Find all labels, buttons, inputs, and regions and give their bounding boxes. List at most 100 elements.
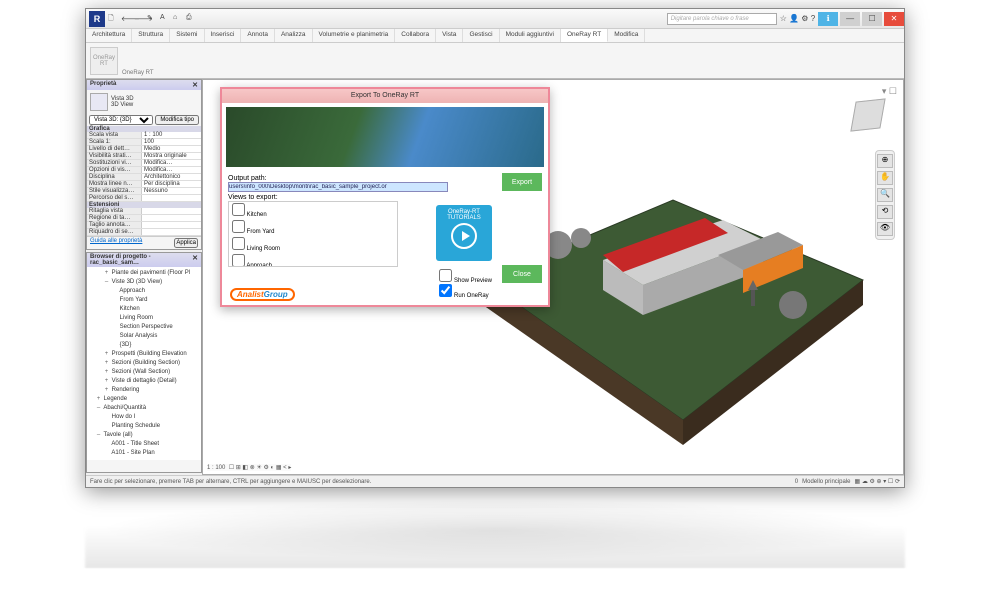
tree-node[interactable]: + Legende bbox=[89, 395, 199, 404]
export-button[interactable]: Export bbox=[502, 173, 542, 191]
tree-node[interactable]: + Sezioni (Building Section) bbox=[89, 359, 199, 368]
apply-button[interactable]: Applica bbox=[174, 238, 198, 248]
tree-node[interactable]: + Viste di dettaglio (Detail) bbox=[89, 377, 199, 386]
property-row[interactable]: Visibilità strati…Mostra originale bbox=[87, 153, 201, 160]
ribbon-tab[interactable]: Collabora bbox=[395, 29, 436, 42]
tree-node[interactable]: – Viste 3D (3D View) bbox=[89, 278, 199, 287]
close-window-button[interactable]: ✕ bbox=[884, 12, 904, 26]
tree-node[interactable]: From Yard bbox=[89, 296, 199, 305]
info-button[interactable]: ℹ bbox=[818, 12, 838, 26]
property-row[interactable]: Regione di ta… bbox=[87, 215, 201, 222]
view-type-sub: 3D View bbox=[111, 102, 134, 108]
ribbon-tab[interactable]: Analizza bbox=[275, 29, 313, 42]
property-row[interactable]: Livello di dett…Medio bbox=[87, 146, 201, 153]
property-row[interactable]: DisciplinaArchitettonico bbox=[87, 174, 201, 181]
tree-node[interactable]: {3D} bbox=[89, 341, 199, 350]
window-buttons: ℹ — ☐ ✕ bbox=[818, 12, 904, 26]
title-right-icons[interactable]: ☆ 👤 ⚙ ? bbox=[780, 14, 815, 23]
status-hint: Fare clic per selezionare, premere TAB p… bbox=[90, 476, 371, 487]
run-oneray-checkbox[interactable]: Run OneRay bbox=[439, 284, 492, 299]
property-row[interactable]: Ritaglia vista bbox=[87, 208, 201, 215]
browser-header[interactable]: Browser di progetto - rac_basic_sam…✕ bbox=[87, 253, 201, 267]
play-icon bbox=[451, 223, 477, 249]
navigation-bar[interactable]: ⊕ ✋ 🔍 ⟲ 👁 bbox=[875, 150, 895, 240]
viewcube[interactable] bbox=[847, 94, 889, 136]
tree-node[interactable]: Planting Schedule bbox=[89, 422, 199, 431]
dialog-render-preview bbox=[226, 107, 544, 167]
property-row[interactable]: Riquadro di se… bbox=[87, 229, 201, 236]
maximize-button[interactable]: ☐ bbox=[862, 12, 882, 26]
views-to-export-label: Views to export: bbox=[228, 194, 542, 201]
close-icon[interactable]: ✕ bbox=[192, 81, 198, 89]
ribbon-tab[interactable]: Gestisci bbox=[463, 29, 499, 42]
output-path-label: Output path: bbox=[228, 175, 542, 182]
oneray-rt-button[interactable]: OneRay RT bbox=[90, 47, 118, 75]
dialog-close-button[interactable]: Close bbox=[502, 265, 542, 283]
tutorials-button[interactable]: OneRay-RT TUTORIALS bbox=[436, 205, 492, 261]
property-row[interactable]: Percorso del s… bbox=[87, 195, 201, 202]
status-icons[interactable]: ▦ ☁ ⚙ ⊕ ▾ ☐ ⟳ bbox=[855, 476, 901, 487]
ribbon-tab[interactable]: Architettura bbox=[86, 29, 132, 42]
property-row[interactable]: Taglio annota… bbox=[87, 222, 201, 229]
view-checkbox[interactable]: From Yard bbox=[232, 220, 394, 237]
view-checkbox[interactable]: Kitchen bbox=[232, 203, 394, 220]
properties-help-link[interactable]: Guida alle proprietà bbox=[90, 238, 142, 248]
nav-pan-icon[interactable]: ✋ bbox=[877, 171, 893, 185]
property-row[interactable]: Opzioni di vis…Modifica… bbox=[87, 167, 201, 174]
nav-wheel-icon[interactable]: ⊕ bbox=[877, 154, 893, 168]
nav-zoom-icon[interactable]: 🔍 bbox=[877, 188, 893, 202]
status-bar: Fare clic per selezionare, premere TAB p… bbox=[86, 475, 904, 487]
tree-node[interactable]: + Sezioni (Wall Section) bbox=[89, 368, 199, 377]
view-checkbox[interactable]: Living Room bbox=[232, 237, 394, 254]
tree-node[interactable]: Kitchen bbox=[89, 305, 199, 314]
ribbon-tab[interactable]: Inserisci bbox=[205, 29, 242, 42]
ribbon-tab[interactable]: Volumetrie e planimetria bbox=[313, 29, 396, 42]
project-tree[interactable]: + Piante dei pavimenti (Floor Pl– Viste … bbox=[87, 267, 201, 460]
property-row[interactable]: Scala 1:100 bbox=[87, 139, 201, 146]
property-row[interactable]: Sostituzioni vi…Modifica… bbox=[87, 160, 201, 167]
dialog-title: Export To OneRay RT bbox=[222, 89, 548, 103]
view-control-bar[interactable]: 1 : 100 ☐ ⊞ ◧ ⊗ ☀ ⚙ ◐ ▦ < ▸ bbox=[207, 464, 291, 471]
tree-node[interactable]: Solar Analysis bbox=[89, 332, 199, 341]
analist-group-logo: AnalistGroup bbox=[230, 290, 295, 299]
output-path-input[interactable] bbox=[228, 182, 448, 192]
ribbon-tab[interactable]: Vista bbox=[436, 29, 463, 42]
tree-node[interactable]: A001 - Title Sheet bbox=[89, 440, 199, 449]
close-icon[interactable]: ✕ bbox=[192, 254, 198, 266]
views-list[interactable]: Kitchen From Yard Living Room Approach S… bbox=[228, 201, 398, 267]
tree-node[interactable]: A101 - Site Plan bbox=[89, 449, 199, 458]
tree-node[interactable]: + Prospetti (Building Elevation bbox=[89, 350, 199, 359]
tree-node[interactable]: How do I bbox=[89, 413, 199, 422]
nav-look-icon[interactable]: 👁 bbox=[877, 222, 893, 236]
minimize-button[interactable]: — bbox=[840, 12, 860, 26]
ribbon-tab[interactable]: OneRay RT bbox=[561, 29, 608, 42]
tree-node[interactable]: + Piante dei pavimenti (Floor Pl bbox=[89, 269, 199, 278]
tree-node[interactable]: + Rendering bbox=[89, 386, 199, 395]
view-type-icon bbox=[90, 93, 108, 111]
property-row[interactable]: Stile visualizza…Nessuno bbox=[87, 188, 201, 195]
workset-select[interactable]: Modello principale bbox=[802, 476, 850, 487]
search-input[interactable]: Digitare parola chiave o frase bbox=[667, 13, 777, 25]
ribbon-tab[interactable]: Sistemi bbox=[170, 29, 204, 42]
quick-access-toolbar[interactable]: 🗋🡐🡒✎A⌂⎙ bbox=[108, 14, 196, 24]
property-row[interactable]: Mostra linee n…Per disciplina bbox=[87, 181, 201, 188]
tree-node[interactable]: Section Perspective bbox=[89, 323, 199, 332]
tree-node[interactable]: – Tavole (all) bbox=[89, 431, 199, 440]
view-checkbox[interactable]: Approach bbox=[232, 254, 394, 267]
show-preview-checkbox[interactable]: Show Preview bbox=[439, 269, 492, 284]
view-filter-select[interactable]: Vista 3D: {3D} bbox=[89, 115, 153, 125]
nav-orbit-icon[interactable]: ⟲ bbox=[877, 205, 893, 219]
ribbon-tab[interactable]: Moduli aggiuntivi bbox=[500, 29, 561, 42]
property-row[interactable]: Scala vista1 : 100 bbox=[87, 132, 201, 139]
app-logo[interactable]: R bbox=[89, 11, 105, 27]
ribbon-tab[interactable]: Annota bbox=[241, 29, 275, 42]
ribbon-tab[interactable]: Struttura bbox=[132, 29, 170, 42]
properties-header[interactable]: Proprietà✕ bbox=[87, 80, 201, 90]
tree-node[interactable]: Approach bbox=[89, 287, 199, 296]
tree-node[interactable]: Living Room bbox=[89, 314, 199, 323]
tree-node[interactable]: – Abachi/Quantità bbox=[89, 404, 199, 413]
ribbon-tab[interactable]: Modifica bbox=[608, 29, 645, 42]
edit-type-button[interactable]: Modifica tipo bbox=[155, 115, 199, 125]
titlebar: R 🗋🡐🡒✎A⌂⎙ Digitare parola chiave o frase… bbox=[86, 9, 904, 29]
ribbon-panel-label: OneRay RT bbox=[122, 70, 154, 76]
